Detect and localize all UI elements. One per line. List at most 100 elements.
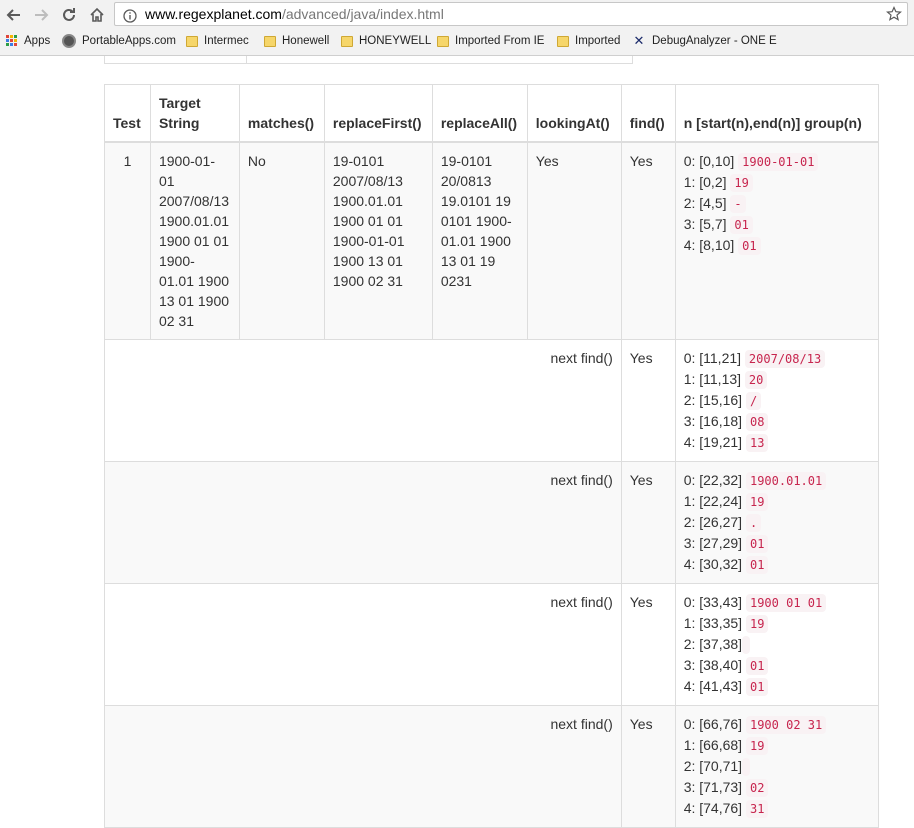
folder-icon — [557, 35, 569, 47]
group-value: 01 — [745, 657, 769, 675]
replace-all-line: 19.0101 19 — [440, 193, 511, 209]
groups-cell: 0: [11,21] 2007/08/13 1: [11,13] 20 2: [15… — [674, 339, 880, 462]
group-line: 3: [5,7] 01 — [684, 214, 870, 235]
header-replace-all: replaceAll() — [431, 84, 528, 143]
bookmark-star-icon[interactable] — [886, 6, 902, 22]
folder-icon — [264, 35, 276, 47]
find-cell: Yes — [620, 339, 676, 462]
group-line: 1: [66,68] 19 — [684, 735, 870, 756]
bookmark-imported-from-ie[interactable]: Imported From IE — [437, 30, 544, 52]
find-cell: Yes — [620, 583, 676, 706]
group-line: 2: [26,27] . — [684, 512, 870, 533]
bookmark-honewell[interactable]: Honewell — [264, 30, 329, 52]
target-line: 13 01 1900 — [158, 293, 230, 309]
next-find-row: next find() Yes 0: [33,43] 1900 01 01 1: [3… — [104, 583, 880, 706]
replace-first-cell: 19-0101 2007/08/13 1900.01.01 1900 01 01… — [323, 141, 433, 340]
bookmark-honeywell[interactable]: HONEYWELL — [341, 30, 431, 52]
bookmark-label: Imported From IE — [455, 35, 545, 47]
group-line: 2: [70,71] — [684, 756, 870, 777]
group-index: 3: [27,29] — [683, 535, 743, 551]
bookmark-portableapps[interactable]: PortableApps.com — [62, 30, 176, 52]
find-cell: Yes — [620, 705, 676, 828]
header-target-string: Target String — [149, 84, 240, 143]
group-line: 4: [41,43] 01 — [684, 676, 870, 697]
bookmark-label: PortableApps.com — [82, 35, 176, 47]
replace-first-line: 1900-01-01 — [332, 233, 405, 249]
group-value: 1900 01 01 — [745, 594, 827, 612]
group-value: / — [745, 392, 762, 410]
find-cell: Yes — [620, 461, 676, 584]
group-index: 2: [37,38] — [683, 636, 743, 652]
group-index: 3: [16,18] — [683, 413, 743, 429]
url-path: /advanced/java/index.html — [281, 6, 444, 22]
group-index: 1: [33,35] — [683, 615, 743, 631]
folder-icon — [437, 35, 449, 47]
next-find-label: next find() — [104, 461, 622, 584]
group-index: 0: [33,43] — [683, 594, 743, 610]
apps-grid-icon — [6, 35, 18, 47]
group-index: 0: [22,32] — [683, 472, 743, 488]
target-line: 1900- — [158, 253, 195, 269]
group-line: 0: [11,21] 2007/08/13 — [684, 348, 870, 369]
bookmark-label: Honewell — [282, 35, 330, 47]
group-value: 19 — [730, 174, 753, 192]
target-line: 2007/08/13 — [158, 193, 230, 209]
group-line: 0: [22,32] 1900.01.01 — [684, 470, 870, 491]
group-value: 1900.01.01 — [745, 472, 827, 490]
back-arrow-icon[interactable] — [3, 4, 25, 26]
group-value: 2007/08/13 — [744, 350, 826, 368]
bookmark-label: Imported — [575, 35, 621, 47]
replace-all-line: 13 01 19 — [440, 253, 496, 269]
forward-arrow-icon[interactable] — [30, 4, 52, 26]
bookmark-intermec[interactable]: Intermec — [186, 30, 249, 52]
find-cell: Yes — [620, 141, 676, 340]
bookmark-label: Intermec — [204, 35, 249, 47]
reload-icon[interactable] — [58, 4, 80, 26]
header-replace-first: replaceFirst() — [323, 84, 433, 143]
portableapps-icon — [62, 34, 76, 48]
address-bar[interactable]: www.regexplanet.com/advanced/java/index.… — [114, 2, 908, 26]
group-line: 4: [8,10] 01 — [684, 235, 870, 256]
next-find-row: next find() Yes 0: [11,21] 2007/08/13 1: [1… — [104, 339, 880, 462]
group-line: 3: [38,40] 01 — [684, 655, 870, 676]
target-line: 01 — [158, 173, 175, 189]
group-value: . — [745, 514, 762, 532]
group-index: 1: [22,24] — [683, 493, 743, 509]
group-line: 1: [33,35] 19 — [684, 613, 870, 634]
group-index: 0: [0,10] — [683, 153, 735, 169]
target-line: 1900.01.01 — [158, 213, 230, 229]
replace-first-line: 1900 02 31 — [332, 273, 403, 289]
group-line: 3: [71,73] 02 — [684, 777, 870, 798]
group-index: 3: [5,7] — [683, 216, 727, 232]
group-index: 1: [66,68] — [683, 737, 743, 753]
replace-all-line: 20/0813 — [440, 173, 492, 189]
group-value — [742, 636, 751, 654]
looking-at-cell: Yes — [526, 141, 622, 340]
group-value: 1900-01-01 — [738, 153, 819, 171]
info-icon[interactable] — [123, 7, 137, 23]
group-value: 02 — [745, 779, 769, 797]
group-value: 31 — [745, 800, 769, 818]
group-value: 01 — [738, 237, 761, 255]
header-groups: n [start(n),end(n)] group(n) — [674, 84, 880, 143]
group-line: 4: [19,21] 13 — [684, 432, 870, 453]
next-find-label: next find() — [104, 339, 622, 462]
bookmark-label: DebugAnalyzer - ONE E — [652, 35, 777, 47]
header-matches: matches() — [238, 84, 325, 143]
bookmark-apps[interactable]: Apps — [6, 30, 50, 52]
group-index: 4: [74,76] — [683, 800, 743, 816]
replace-all-line: 0101 1900- — [440, 213, 512, 229]
group-index: 2: [70,71] — [683, 758, 743, 774]
replace-first-line: 1900 13 01 — [332, 253, 403, 269]
target-line: 1900 01 01 — [158, 233, 230, 249]
group-index: 1: [0,2] — [683, 174, 727, 190]
bookmark-debuganalyzer[interactable]: ✕ DebugAnalyzer - ONE E — [632, 30, 777, 52]
replace-all-line: 19-0101 — [440, 153, 493, 169]
bookmark-imported[interactable]: Imported — [557, 30, 620, 52]
home-icon[interactable] — [86, 4, 108, 26]
header-test: Test — [104, 84, 151, 143]
folder-icon — [341, 35, 353, 47]
next-find-row: next find() Yes 0: [22,32] 1900.01.01 1: [2… — [104, 461, 880, 584]
group-index: 4: [41,43] — [683, 678, 743, 694]
replace-first-line: 1900 01 01 — [332, 213, 403, 229]
